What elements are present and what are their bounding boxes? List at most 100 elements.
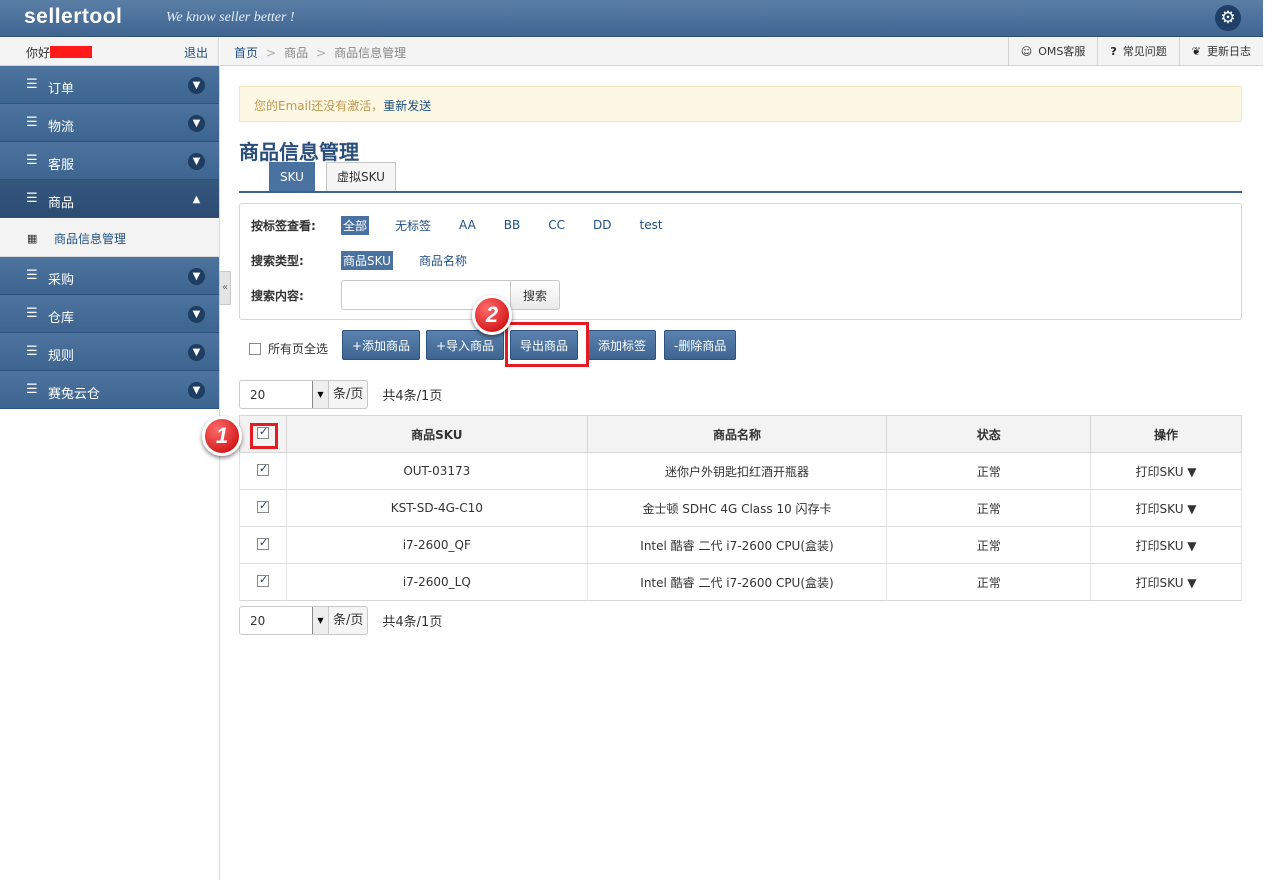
tag-option-test[interactable]: test — [638, 217, 665, 233]
add-product-button[interactable]: +添加商品 — [342, 330, 421, 360]
breadcrumb-sep: > — [266, 46, 277, 60]
sidebar-item-label: 赛兔云仓 — [48, 387, 101, 402]
step-2-badge: 2 — [472, 295, 512, 335]
search-type-name[interactable]: 商品名称 — [417, 251, 469, 270]
tag-option-bb[interactable]: BB — [502, 217, 522, 233]
row-name: 金士顿 SDHC 4G Class 10 闪存卡 — [586, 489, 888, 527]
row-select-cell — [239, 563, 287, 601]
resend-link[interactable]: 重新发送 — [383, 99, 431, 113]
grid-icon: ▦ — [27, 232, 38, 245]
breadcrumb-home[interactable]: 首页 — [234, 46, 258, 60]
tagline: We know seller better ! — [166, 10, 295, 25]
tab-sku[interactable]: SKU — [269, 162, 315, 191]
search-content-row: 搜索内容: 搜索 — [251, 280, 561, 310]
pager-top: 20 ▼ 条/页 共4条/1页 — [239, 380, 442, 409]
row-sku: OUT-03173 — [285, 452, 588, 490]
sidebar-item-orders[interactable]: ☰ 订单 ▼ — [0, 66, 219, 104]
delete-product-button[interactable]: -删除商品 — [664, 330, 737, 360]
tag-option-dd[interactable]: DD — [591, 217, 613, 233]
sidebar-item-label: 物流 — [48, 120, 75, 135]
select-all-pages-checkbox[interactable] — [249, 342, 261, 355]
sidebar-collapse-icon[interactable]: « — [219, 271, 231, 305]
row-checkbox[interactable] — [256, 462, 269, 476]
tab-virtual-sku[interactable]: 虚拟SKU — [326, 162, 396, 191]
sidebar-item-warehouse[interactable]: ☰ 仓库 ▼ — [0, 295, 219, 333]
table-row: KST-SD-4G-C10 金士顿 SDHC 4G Class 10 闪存卡 正… — [239, 489, 1242, 527]
add-tag-button[interactable]: 添加标签 — [588, 330, 657, 360]
tab-bar: SKU 虚拟SKU — [239, 162, 1242, 193]
pager-bottom: 20 ▼ 条/页 共4条/1页 — [239, 606, 442, 635]
toplink-label: 常见问题 — [1122, 45, 1167, 58]
chevron-up-icon: ▲ — [192, 194, 201, 205]
tag-option-all[interactable]: 全部 — [341, 215, 370, 235]
tag-option-cc[interactable]: CC — [546, 217, 567, 233]
header-action: 操作 — [1090, 415, 1242, 453]
chevron-down-icon: ▼ — [188, 268, 205, 285]
row-sku: i7-2600_QF — [285, 526, 588, 564]
print-sku-dropdown[interactable]: 打印SKU ▼ — [1090, 526, 1242, 564]
sidebar-item-purchasing[interactable]: ☰ 采购 ▼ — [0, 257, 219, 295]
user-greeting: 你好 — [26, 44, 93, 61]
redacted-username — [50, 46, 93, 58]
row-select-cell — [239, 526, 287, 564]
sidebar-item-rules[interactable]: ☰ 规则 ▼ — [0, 333, 219, 371]
table-row: i7-2600_QF Intel 酷睿 二代 i7-2600 CPU(盒装) 正… — [239, 526, 1242, 564]
toplink-changelog[interactable]: ❦ 更新日志 — [1178, 37, 1263, 66]
chevron-down-icon: ▼ — [188, 306, 205, 323]
list-icon: ☰ — [26, 306, 38, 321]
select-all-pages-label: 所有页全选 — [268, 342, 329, 356]
list-icon: ☰ — [26, 382, 38, 397]
page-size-value: 20 — [250, 614, 266, 628]
page-size-select[interactable]: 20 ▼ — [239, 606, 329, 635]
chevron-down-icon: ▼ — [188, 382, 205, 399]
filter-panel: 按标签查看: 全部 无标签 AA BB CC DD test 搜索类型: 商品S… — [239, 203, 1242, 320]
sidebar-item-customer-service[interactable]: ☰ 客服 ▼ — [0, 142, 219, 180]
top-bar: sellertool We know seller better ! ⚙ — [0, 0, 1263, 37]
table-row: i7-2600_LQ Intel 酷睿 二代 i7-2600 CPU(盒装) 正… — [239, 563, 1242, 601]
chevron-down-icon: ▼ — [188, 344, 205, 361]
list-icon: ☰ — [26, 115, 38, 130]
sidebar-item-products[interactable]: ☰ 商品 ▲ — [0, 180, 219, 218]
user-bar: 你好 退出 — [0, 37, 219, 66]
product-table: 商品SKU 商品名称 状态 操作 OUT-03173 迷你户外钥匙扣红酒开瓶器 … — [239, 415, 1242, 601]
logout-link[interactable]: 退出 — [184, 44, 208, 61]
list-icon: ☰ — [26, 344, 38, 359]
toplink-oms-support[interactable]: ☺ OMS客服 — [1007, 37, 1098, 66]
sidebar-subitem-product-info[interactable]: ▦ 商品信息管理 — [0, 218, 219, 257]
header-sku: 商品SKU — [285, 415, 588, 453]
dropdown-arrow-icon: ▼ — [312, 381, 328, 408]
row-name: 迷你户外钥匙扣红酒开瓶器 — [586, 452, 888, 490]
row-checkbox[interactable] — [256, 499, 269, 513]
print-sku-dropdown[interactable]: 打印SKU ▼ — [1090, 452, 1242, 490]
header-status: 状态 — [886, 415, 1092, 453]
gear-icon[interactable]: ⚙ — [1215, 5, 1241, 31]
list-icon: ☰ — [26, 153, 38, 168]
tag-filter-row: 按标签查看: 全部 无标签 AA BB CC DD test — [251, 215, 689, 235]
tag-option-none[interactable]: 无标签 — [393, 216, 433, 235]
table-row: OUT-03173 迷你户外钥匙扣红酒开瓶器 正常 打印SKU ▼ — [239, 452, 1242, 490]
page-size-value: 20 — [250, 388, 266, 402]
chevron-down-icon: ▼ — [188, 77, 205, 94]
breadcrumb-level1[interactable]: 商品 — [284, 46, 308, 60]
print-sku-dropdown[interactable]: 打印SKU ▼ — [1090, 489, 1242, 527]
sidebar: ☰ 订单 ▼ ☰ 物流 ▼ ☰ 客服 ▼ ☰ 商品 ▲ ▦ 商品信息管理 ☰ 采购 ▼ ☰ 仓库 ▼ ☰ 规… — [0, 66, 219, 409]
sidebar-subitem-label: 商品信息管理 — [54, 232, 127, 246]
row-status: 正常 — [886, 489, 1092, 527]
row-sku: KST-SD-4G-C10 — [285, 489, 588, 527]
logo[interactable]: sellertool — [24, 5, 122, 29]
sidebar-item-saitu-cloud[interactable]: ☰ 赛兔云仓 ▼ — [0, 371, 219, 409]
page-size-select[interactable]: 20 ▼ — [239, 380, 329, 409]
sidebar-item-logistics[interactable]: ☰ 物流 ▼ — [0, 104, 219, 142]
print-sku-dropdown[interactable]: 打印SKU ▼ — [1090, 563, 1242, 601]
row-checkbox[interactable] — [256, 573, 269, 587]
tag-option-aa[interactable]: AA — [457, 217, 478, 233]
dropdown-arrow-icon: ▼ — [312, 607, 328, 634]
toplink-faq[interactable]: ? 常见问题 — [1097, 37, 1178, 66]
chevron-down-icon: ▼ — [188, 153, 205, 170]
search-type-sku[interactable]: 商品SKU — [341, 250, 393, 270]
search-button[interactable]: 搜索 — [511, 280, 561, 310]
greeting-text: 你好 — [26, 46, 51, 60]
page-size-unit: 条/页 — [329, 380, 369, 409]
select-all-pages[interactable]: 所有页全选 — [249, 340, 328, 357]
row-checkbox[interactable] — [256, 536, 269, 550]
